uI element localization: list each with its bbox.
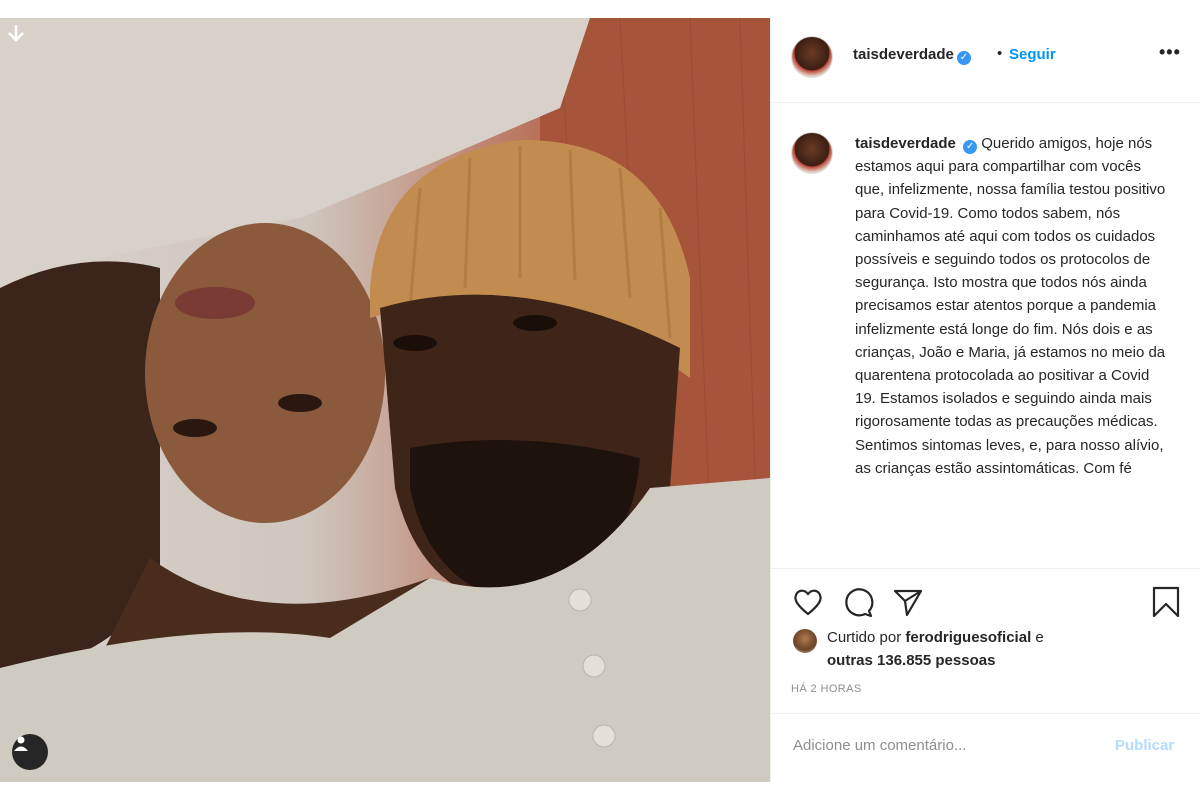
comment-input[interactable] xyxy=(791,736,1095,755)
caption-text: Querido amigos, hoje nós estamos aqui pa… xyxy=(855,135,1166,477)
heart-icon[interactable] xyxy=(791,585,825,619)
comment-row: Publicar xyxy=(771,713,1200,782)
photo-illustration xyxy=(0,18,770,782)
caption: taisdeverdade ✓ Querido amigos, hoje nós… xyxy=(855,132,1171,480)
separator-dot: • xyxy=(997,45,1003,62)
user-icon[interactable] xyxy=(12,734,48,770)
caption-area: taisdeverdade ✓ Querido amigos, hoje nós… xyxy=(771,102,1200,568)
post-header: taisdeverdade ✓ • Seguir ••• xyxy=(771,18,1200,103)
username-text[interactable]: taisdeverdade xyxy=(853,46,954,63)
likes-summary: Curtido por ferodriguesoficial e outras … xyxy=(827,626,1167,672)
post-actions: Curtido por ferodriguesoficial e outras … xyxy=(771,568,1200,781)
more-options-icon[interactable]: ••• xyxy=(1159,42,1181,63)
likes-prefix: Curtido por xyxy=(827,629,902,646)
avatar[interactable] xyxy=(791,132,833,174)
avatar[interactable] xyxy=(791,36,833,78)
paper-plane-icon[interactable] xyxy=(891,585,925,619)
likes-connector: e xyxy=(1035,629,1044,646)
post-photo[interactable] xyxy=(0,18,770,782)
arrow-down-icon[interactable] xyxy=(4,22,28,46)
liker-avatar[interactable] xyxy=(793,629,817,653)
verified-badge-icon: ✓ xyxy=(956,51,971,65)
caption-username[interactable]: taisdeverdade xyxy=(855,135,956,152)
publish-button[interactable]: Publicar xyxy=(1115,737,1174,754)
post-side-panel: taisdeverdade ✓ • Seguir ••• taisdeverdad… xyxy=(770,18,1200,782)
bookmark-icon[interactable] xyxy=(1149,585,1183,619)
follow-button[interactable]: Seguir xyxy=(1009,46,1056,63)
liker-username-link[interactable]: ferodriguesoficial xyxy=(905,629,1031,646)
verified-badge-icon: ✓ xyxy=(963,140,978,154)
instagram-post: taisdeverdade ✓ • Seguir ••• taisdeverdad… xyxy=(0,18,1200,782)
likes-others-link[interactable]: outras 136.855 pessoas xyxy=(827,652,995,669)
comment-icon[interactable] xyxy=(841,585,875,619)
post-time[interactable]: HÁ 2 HORAS xyxy=(791,683,862,695)
username-link[interactable]: taisdeverdade ✓ xyxy=(853,46,971,65)
